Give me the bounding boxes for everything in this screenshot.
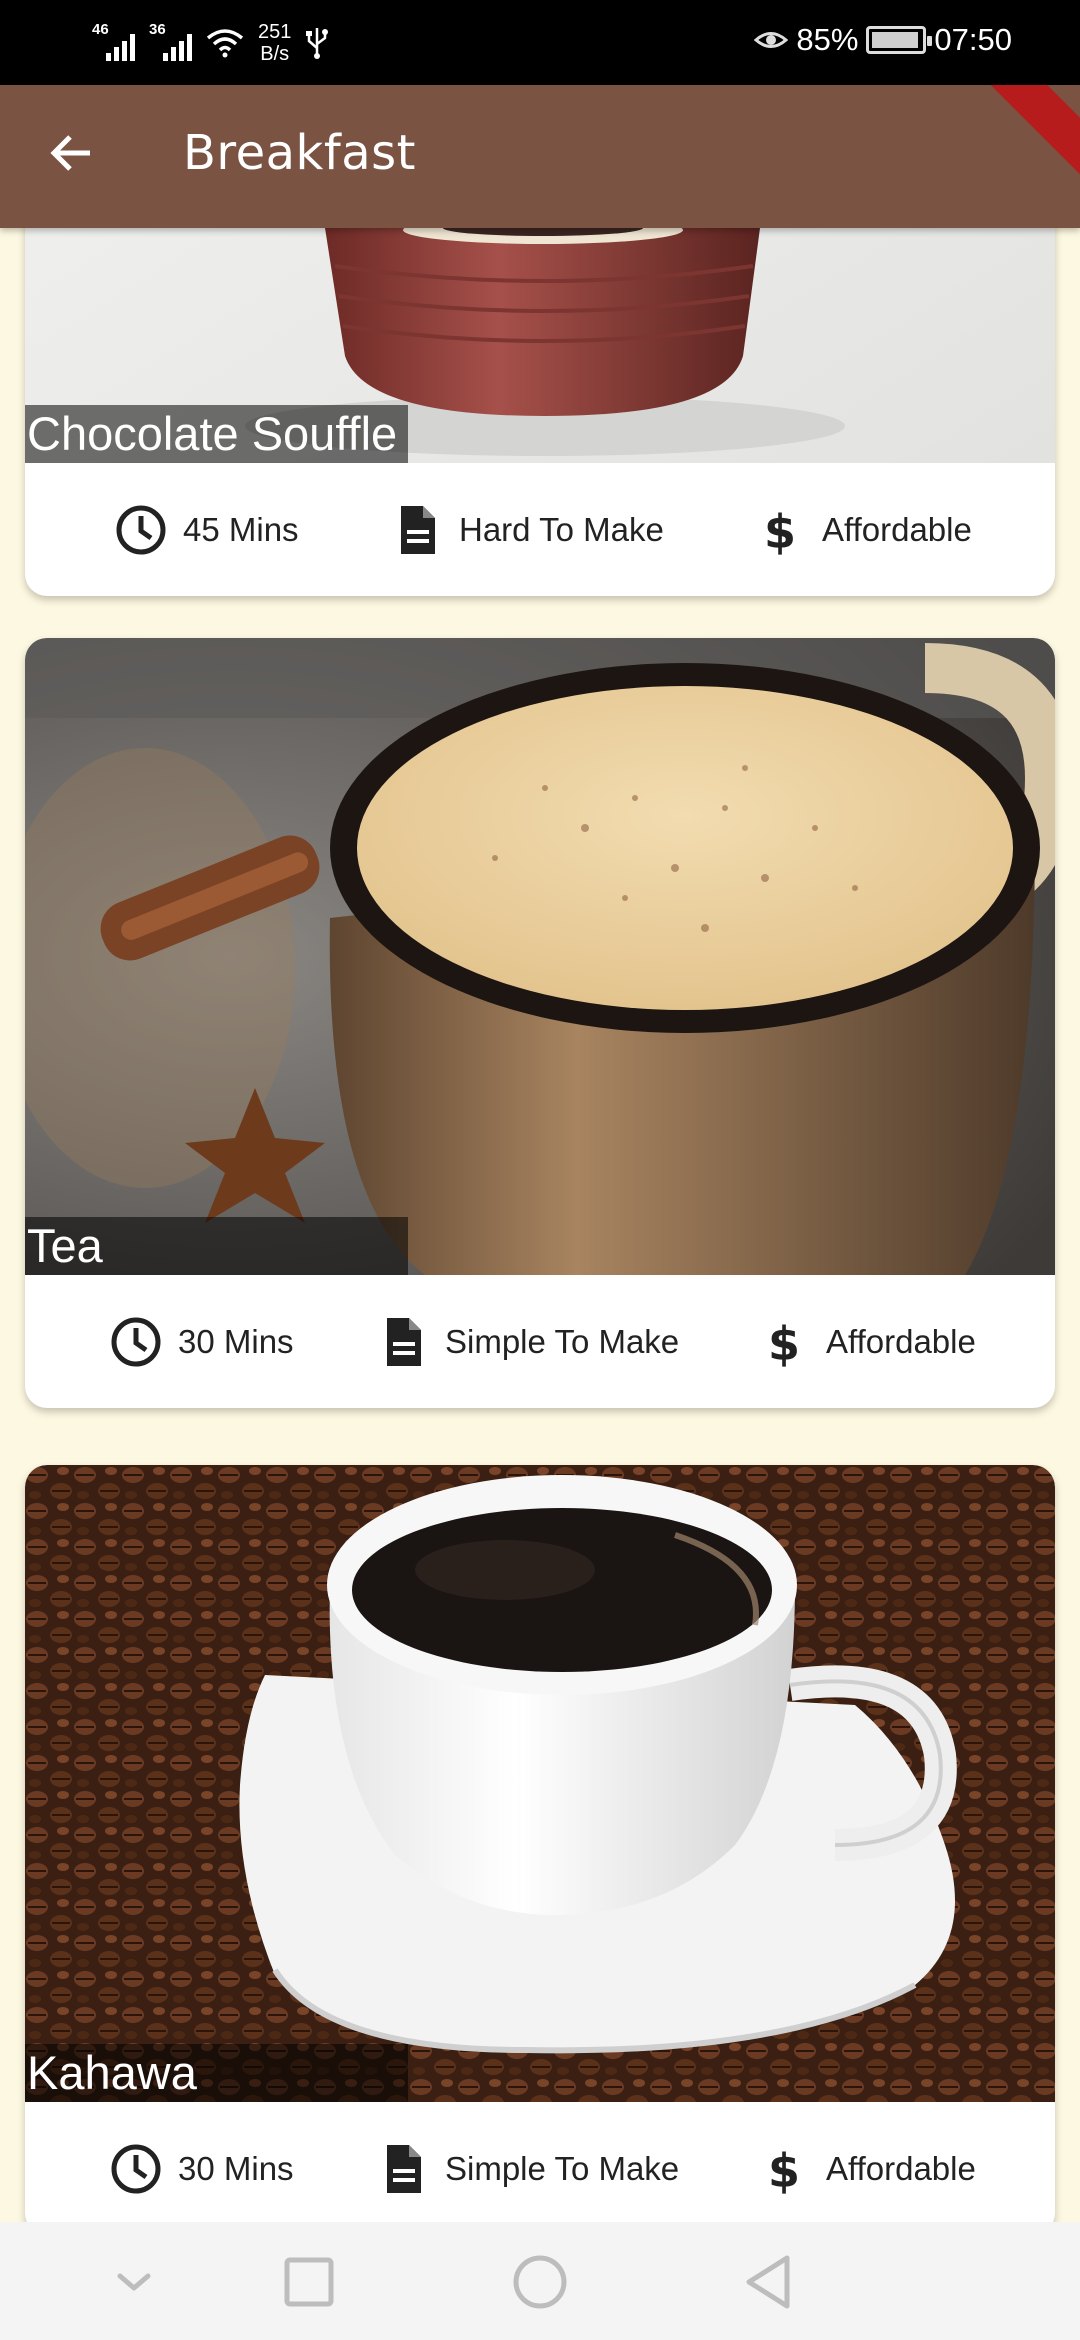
document-icon bbox=[387, 2144, 421, 2193]
complexity-label: Simple To Make bbox=[445, 1322, 680, 1360]
duration-label: 30 Mins bbox=[178, 1322, 294, 1360]
affordability-info: $ Affordable bbox=[752, 463, 972, 596]
meal-image: Chocolate Souffle bbox=[25, 228, 1055, 463]
meal-card[interactable]: Tea 30 Mins Simple To Make $ Affordable bbox=[25, 638, 1055, 1408]
meal-title: Tea bbox=[25, 1217, 408, 1275]
complexity-info: Hard To Make bbox=[389, 463, 664, 596]
sim1-tag: 46 bbox=[92, 21, 109, 38]
duration-label: 30 Mins bbox=[178, 2149, 294, 2187]
document-icon bbox=[387, 1317, 421, 1366]
network-speed-unit: B/s bbox=[260, 43, 290, 65]
duration-label: 45 Mins bbox=[183, 510, 299, 548]
svg-text:$: $ bbox=[768, 2144, 800, 2197]
status-right: 85% 07:50 bbox=[754, 22, 1012, 58]
meal-list[interactable]: Chocolate Souffle 45 Mins Hard To Make $… bbox=[0, 228, 1080, 2222]
affordability-label: Affordable bbox=[822, 510, 972, 548]
home-circle-icon[interactable] bbox=[508, 2250, 572, 2314]
debug-banner bbox=[962, 85, 1080, 178]
duration-info: 30 Mins bbox=[108, 2102, 294, 2222]
system-nav-bar bbox=[0, 2222, 1080, 2340]
meal-card[interactable]: Kahawa 30 Mins Simple To Make $ Affordab… bbox=[25, 1465, 1055, 2222]
complexity-label: Hard To Make bbox=[459, 510, 664, 548]
network-speed: 251 B/s bbox=[258, 21, 291, 65]
meal-title: Chocolate Souffle bbox=[25, 405, 408, 463]
complexity-label: Simple To Make bbox=[445, 2149, 680, 2187]
duration-info: 30 Mins bbox=[108, 1275, 294, 1408]
wifi-icon bbox=[206, 29, 244, 58]
arrow-left-icon[interactable] bbox=[46, 127, 98, 179]
chevron-down-icon[interactable] bbox=[102, 2250, 166, 2314]
svg-text:$: $ bbox=[768, 1317, 800, 1370]
status-left: 46 36 251 B/s bbox=[92, 18, 329, 68]
sim2-tag: 36 bbox=[149, 21, 166, 38]
meal-info-row: 30 Mins Simple To Make $ Affordable bbox=[25, 2102, 1055, 2222]
svg-text:$: $ bbox=[764, 505, 796, 558]
eye-comfort-icon bbox=[754, 32, 789, 48]
back-triangle-icon[interactable] bbox=[737, 2250, 801, 2314]
status-bar: 46 36 251 B/s 85% 07:50 bbox=[0, 0, 1080, 85]
signal-2-icon: 36 bbox=[149, 21, 192, 61]
dollar-icon: $ bbox=[764, 505, 796, 558]
meal-card[interactable]: Chocolate Souffle 45 Mins Hard To Make $… bbox=[25, 228, 1055, 596]
dollar-icon: $ bbox=[768, 1317, 800, 1370]
battery-percent: 85% bbox=[796, 22, 859, 57]
meal-image: Kahawa bbox=[25, 1465, 1055, 2102]
signal-1-icon: 46 bbox=[92, 21, 135, 61]
meal-info-row: 45 Mins Hard To Make $ Affordable bbox=[25, 463, 1055, 596]
meal-image: Tea bbox=[25, 638, 1055, 1275]
complexity-info: Simple To Make bbox=[375, 2102, 679, 2222]
affordability-info: $ Affordable bbox=[756, 1275, 976, 1408]
usb-icon bbox=[306, 28, 329, 59]
clock-icon bbox=[111, 1317, 161, 1366]
complexity-info: Simple To Make bbox=[375, 1275, 679, 1408]
dollar-icon: $ bbox=[768, 2144, 800, 2197]
recents-square-icon[interactable] bbox=[277, 2250, 341, 2314]
app-bar: Breakfast bbox=[0, 85, 1080, 228]
battery-icon bbox=[866, 26, 933, 54]
affordability-label: Affordable bbox=[826, 1322, 976, 1360]
clock-icon bbox=[116, 505, 166, 554]
page-title: Breakfast bbox=[183, 125, 416, 181]
clock-time: 07:50 bbox=[934, 22, 1012, 57]
duration-info: 45 Mins bbox=[113, 463, 299, 596]
affordability-info: $ Affordable bbox=[756, 2102, 976, 2222]
document-icon bbox=[401, 505, 435, 554]
meal-info-row: 30 Mins Simple To Make $ Affordable bbox=[25, 1275, 1055, 1408]
affordability-label: Affordable bbox=[826, 2149, 976, 2187]
meal-title: Kahawa bbox=[25, 2044, 408, 2102]
clock-icon bbox=[111, 2144, 161, 2193]
network-speed-value: 251 bbox=[258, 21, 292, 43]
